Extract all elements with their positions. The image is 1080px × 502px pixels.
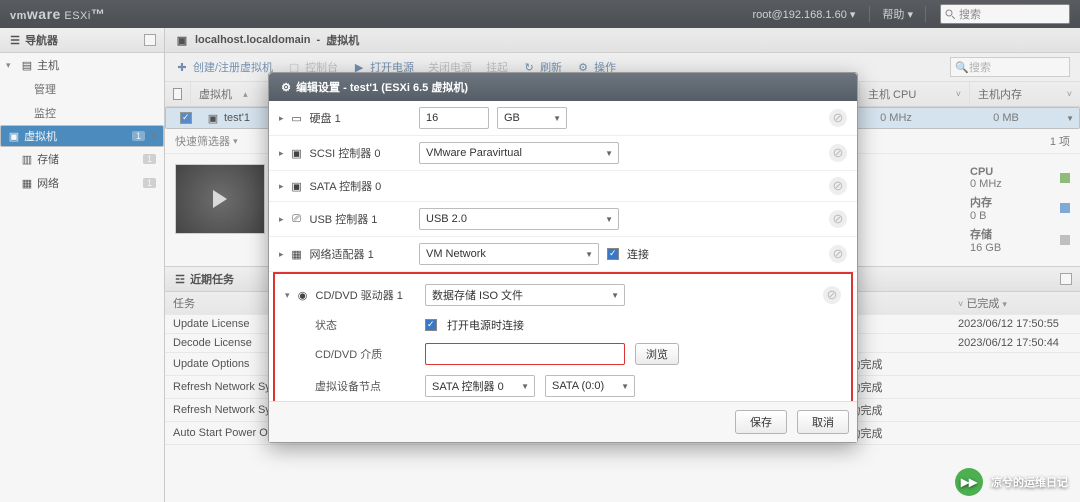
network-select[interactable]: VM Network [419,243,599,265]
hw-usb-row[interactable]: ▸⎚USB 控制器 1 USB 2.0 ⊘ [269,202,857,237]
hw-scsi-label: SCSI 控制器 0 [310,145,381,161]
cd-state-value: 打开电源时连接 [447,317,524,333]
cd-port-select[interactable]: SATA (0:0) [545,375,635,397]
remove-icon[interactable]: ⊘ [829,177,847,195]
usb-icon: ⎚ [290,212,304,226]
hw-disk-row[interactable]: ▸▭硬盘 1 16GB ⊘ [269,101,857,136]
controller-icon: ▣ [290,146,304,160]
cd-state-row: 状态 打开电源时连接 [275,312,851,338]
hw-cdrom-row[interactable]: ▾◉CD/DVD 驱动器 1 数据存储 ISO 文件 ⊘ [275,278,851,312]
net-connect-label: 连接 [627,246,649,262]
hw-disk-label: 硬盘 1 [310,110,341,126]
cd-connect-checkbox[interactable] [425,319,437,331]
scsi-type-select[interactable]: VMware Paravirtual [419,142,619,164]
usb-type-select[interactable]: USB 2.0 [419,208,619,230]
nic-icon: ▦ [290,247,304,261]
hw-sata-row[interactable]: ▸▣SATA 控制器 0 ⊘ [269,171,857,202]
cd-media-row: CD/DVD 介质 浏览 [275,338,851,370]
dialog-title: ⚙ 编辑设置 - test'1 (ESXi 6.5 虚拟机) [269,73,857,101]
remove-icon[interactable]: ⊘ [829,109,847,127]
cancel-button[interactable]: 取消 [797,410,849,434]
watermark-text: 凉兮的运维日记 [991,474,1068,490]
controller-icon: ▣ [290,179,304,193]
net-connect-checkbox[interactable] [607,248,619,260]
highlighted-section: ▾◉CD/DVD 驱动器 1 数据存储 ISO 文件 ⊘ 状态 打开电源时连接 … [273,272,853,401]
remove-icon[interactable]: ⊘ [829,245,847,263]
edit-settings-dialog: ⚙ 编辑设置 - test'1 (ESXi 6.5 虚拟机) ▸▭硬盘 1 16… [268,72,858,443]
watermark: 凉兮的运维日记 [955,468,1068,496]
hw-scsi-row[interactable]: ▸▣SCSI 控制器 0 VMware Paravirtual ⊘ [269,136,857,171]
browse-button[interactable]: 浏览 [635,343,679,365]
cd-state-label: 状态 [315,317,415,333]
hw-network-row[interactable]: ▸▦网络适配器 1 VM Network连接 ⊘ [269,237,857,272]
wechat-icon [955,468,983,496]
remove-icon[interactable]: ⊘ [829,144,847,162]
cd-media-label: CD/DVD 介质 [315,346,415,362]
hw-usb-label: USB 控制器 1 [310,211,378,227]
remove-icon[interactable]: ⊘ [829,210,847,228]
disk-size-input[interactable]: 16 [419,107,489,129]
cd-node-label: 虚拟设备节点 [315,378,415,394]
cd-controller-select[interactable]: SATA 控制器 0 [425,375,535,397]
hw-net-label: 网络适配器 1 [310,246,374,262]
cd-node-row: 虚拟设备节点 SATA 控制器 0 SATA (0:0) [275,370,851,401]
cd-media-input[interactable] [425,343,625,365]
cd-type-select[interactable]: 数据存储 ISO 文件 [425,284,625,306]
remove-icon[interactable]: ⊘ [823,286,841,304]
gear-icon: ⚙ [279,81,293,95]
save-button[interactable]: 保存 [735,410,787,434]
hw-cd-label: CD/DVD 驱动器 1 [316,287,403,303]
hw-sata-label: SATA 控制器 0 [310,178,382,194]
disk-icon: ▭ [290,111,304,125]
dialog-title-text: 编辑设置 - test'1 (ESXi 6.5 虚拟机) [296,82,468,94]
cdrom-icon: ◉ [296,288,310,302]
disk-unit-select[interactable]: GB [497,107,567,129]
